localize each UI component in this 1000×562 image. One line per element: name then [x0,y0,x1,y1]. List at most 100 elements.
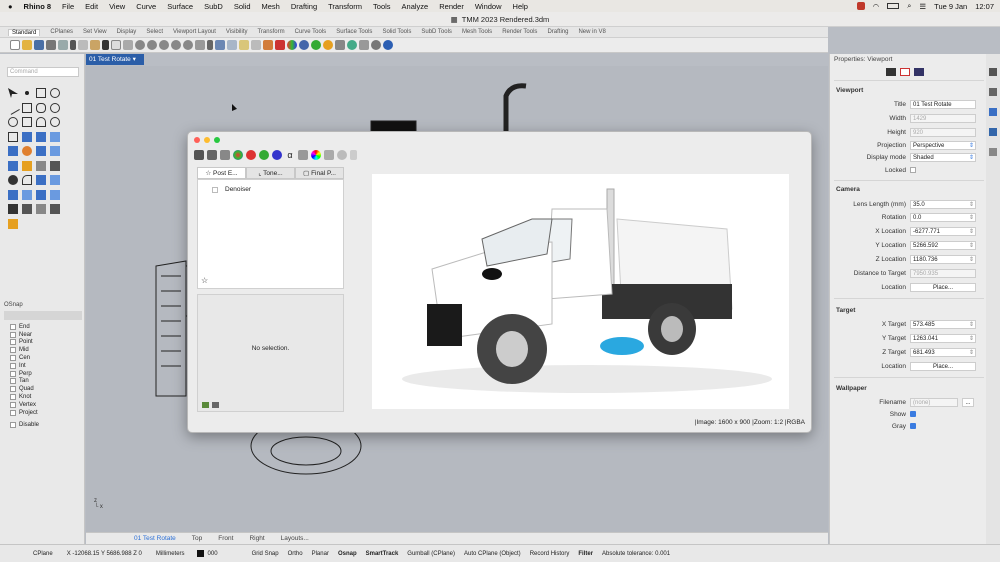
text-icon[interactable] [8,218,18,229]
filename-field[interactable]: (none) [910,397,958,407]
render-settings-icon[interactable] [914,68,924,76]
rotation-field[interactable]: 0.0 ⇕ [910,212,976,222]
search-icon[interactable]: ⌕ [907,1,911,11]
browse-button[interactable]: ... [962,397,974,407]
fillet-icon[interactable] [36,160,46,171]
rgb-channels-icon[interactable] [233,149,243,160]
place-target-button[interactable]: Place... [910,361,976,371]
help-panel-icon[interactable] [989,108,997,116]
z-location-field[interactable]: 1180.736 ⇕ [910,254,976,264]
zoom-selected-icon[interactable] [183,40,193,50]
ellipse-icon[interactable] [50,117,60,127]
gumball-toggle[interactable]: Gumball (CPlane) [407,551,455,557]
tab-viewport-layout[interactable]: Viewport Layout [173,29,216,35]
close-window-button[interactable] [194,137,200,143]
wifi-icon[interactable]: ◠ [873,2,880,11]
print-icon[interactable] [46,40,56,50]
light-icon[interactable] [335,40,345,50]
tab-drafting[interactable]: Drafting [547,29,568,35]
analyze-icon[interactable] [50,204,60,214]
viewport-icon[interactable] [900,68,910,76]
checkbox[interactable] [10,401,16,408]
menu-solid[interactable]: Solid [234,2,251,11]
osnap-perp[interactable]: Perp [4,370,82,378]
sphere-icon[interactable] [22,146,32,156]
grasshopper-icon[interactable] [347,40,357,50]
battery-icon[interactable] [887,3,900,9]
post-effect-denoiser[interactable]: Denoiser [212,186,251,193]
stepper-icon[interactable]: ⇕ [969,201,974,208]
checkbox[interactable] [10,394,16,401]
color-wheel-icon[interactable] [311,149,321,160]
lock-icon[interactable] [251,40,261,50]
menu-curve[interactable]: Curve [136,2,156,11]
place-camera-button[interactable]: Place... [910,282,976,292]
split-icon[interactable] [22,175,32,185]
save-icon[interactable] [34,40,44,50]
osnap-vertex[interactable]: Vertex [4,401,82,409]
extrude-icon[interactable] [36,131,46,142]
cylinder-icon[interactable] [36,146,46,156]
boolean-icon[interactable] [50,146,60,156]
tab-curve-tools[interactable]: Curve Tools [295,29,327,35]
checkbox[interactable] [10,386,16,393]
menu-drafting[interactable]: Drafting [291,2,317,11]
tab-visibility[interactable]: Visibility [226,29,248,35]
osnap-int[interactable]: Int [4,362,82,370]
loft-icon[interactable] [50,131,60,142]
copy-icon[interactable] [78,40,88,50]
x-target-field[interactable]: 573.485 ⇕ [910,319,976,329]
pan-icon[interactable] [111,40,121,50]
stepper-icon[interactable]: ⇕ [969,349,974,356]
menu-transform[interactable]: Transform [328,2,362,11]
save-settings-icon[interactable] [212,402,219,408]
menubar-date[interactable]: Tue 9 Jan [934,2,967,11]
tab-right[interactable]: Right [249,535,264,542]
select-icon[interactable] [207,40,213,50]
help-icon[interactable] [383,40,393,50]
cplane-icon[interactable] [227,40,237,50]
checkbox[interactable] [10,331,16,338]
cube-icon[interactable] [298,149,308,160]
auto-cplane-toggle[interactable]: Auto CPlane (Object) [464,551,521,557]
options-icon[interactable] [371,40,381,50]
checkbox[interactable] [10,422,16,429]
locked-checkbox[interactable] [910,167,916,173]
tab-display[interactable]: Display [117,29,137,35]
paste-icon[interactable] [90,40,100,50]
layer-name[interactable]: 000 [208,551,218,557]
checkbox[interactable] [10,370,16,377]
tab-subd-tools[interactable]: SubD Tools [421,29,452,35]
stepper-icon[interactable]: ⇕ [969,335,974,342]
menu-window[interactable]: Window [475,2,502,11]
osnap-quad[interactable]: Quad [4,385,82,393]
tab-post-effects[interactable]: ☆ Post E... [197,167,246,179]
menu-tools[interactable]: Tools [373,2,391,11]
color-icon[interactable] [287,40,297,50]
explode-icon[interactable] [50,175,60,185]
rotate-icon[interactable] [36,189,46,200]
point-icon[interactable] [25,91,29,95]
tab-01-test-rotate[interactable]: 01 Test Rotate [134,535,176,542]
tab-front[interactable]: Front [218,535,233,542]
display-panel-icon[interactable] [989,88,997,96]
zoom-icon[interactable] [135,40,145,50]
move-icon[interactable] [8,189,18,200]
subd-icon[interactable] [22,160,32,171]
box-icon[interactable] [8,146,18,156]
checkbox[interactable] [10,347,16,354]
array-icon[interactable] [8,204,18,214]
circle-icon[interactable] [8,117,18,127]
mesh-icon[interactable] [8,160,18,171]
osnap-end[interactable]: End [4,323,82,331]
alpha-icon[interactable]: α [285,149,295,160]
menu-subd[interactable]: SubD [204,2,223,11]
tab-new-in-v8[interactable]: New in V8 [578,29,605,35]
select-arrow-icon[interactable] [8,88,18,98]
new-file-icon[interactable] [10,40,20,50]
command-input[interactable]: Command [7,67,79,77]
spline-icon[interactable] [50,102,60,113]
rotate-view-icon[interactable] [123,40,133,50]
tab-standard[interactable]: Standard [8,28,41,36]
binoculars-icon[interactable] [194,149,204,160]
